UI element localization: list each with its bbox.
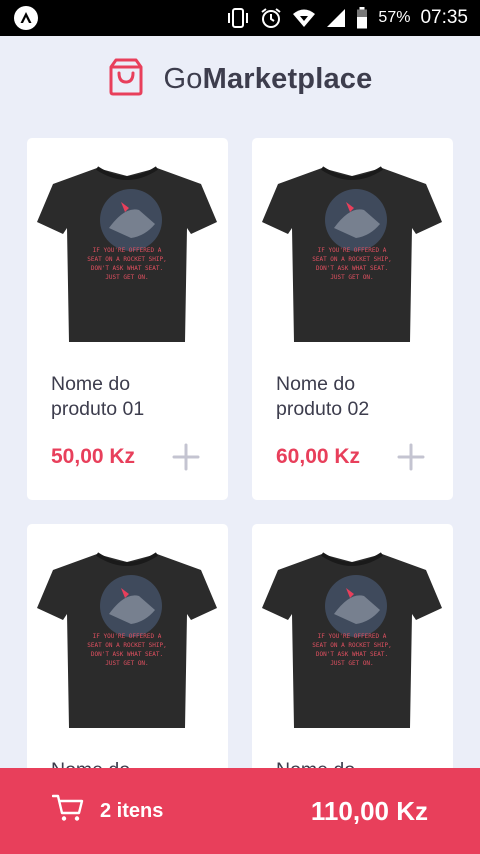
product-image: IF YOU'RE OFFERED A SEAT ON A ROCKET SHI… bbox=[260, 544, 445, 734]
wifi-icon bbox=[292, 8, 316, 28]
shirt-print-line: IF YOU'RE OFFERED A bbox=[318, 633, 387, 640]
battery-icon bbox=[356, 7, 368, 29]
product-card[interactable]: IF YOU'RE OFFERED A SEAT ON A ROCKET SHI… bbox=[252, 138, 453, 500]
shirt-print-line: SEAT ON A ROCKET SHIP, bbox=[87, 256, 166, 263]
vibrate-icon bbox=[226, 7, 250, 29]
shirt-print-line: DON'T ASK WHAT SEAT. bbox=[91, 265, 163, 272]
shirt-print-line: SEAT ON A ROCKET SHIP, bbox=[312, 642, 391, 649]
shirt-print-line: DON'T ASK WHAT SEAT. bbox=[91, 651, 163, 658]
app-title-bold: Marketplace bbox=[202, 62, 373, 95]
app-title: GoMarketplace bbox=[164, 63, 373, 96]
product-name: Nome do produto 01 bbox=[51, 373, 145, 420]
product-name: Nome do produto 02 bbox=[276, 373, 370, 420]
app-logo-icon bbox=[14, 6, 38, 30]
shirt-print-line: DON'T ASK WHAT SEAT. bbox=[316, 265, 388, 272]
app-title-light: Go bbox=[163, 62, 203, 95]
shirt-print-line: JUST GET ON. bbox=[330, 660, 373, 667]
clock: 07:35 bbox=[420, 7, 468, 28]
shirt-print-line: IF YOU'RE OFFERED A bbox=[318, 247, 387, 254]
cart-bar[interactable]: 2 itens 110,00 Kz bbox=[0, 768, 480, 854]
shirt-print-line: IF YOU'RE OFFERED A bbox=[93, 633, 162, 640]
product-image: IF YOU'RE OFFERED A SEAT ON A ROCKET SHI… bbox=[35, 544, 220, 734]
product-price: 50,00 Kz bbox=[51, 445, 136, 468]
shopping-bag-icon bbox=[108, 58, 144, 101]
product-image: IF YOU'RE OFFERED A SEAT ON A ROCKET SHI… bbox=[35, 158, 220, 348]
app-header: GoMarketplace bbox=[0, 36, 480, 122]
shirt-print-line: JUST GET ON. bbox=[105, 274, 148, 281]
alarm-icon bbox=[260, 7, 282, 29]
cart-icon bbox=[51, 794, 84, 828]
cart-total: 110,00 Kz bbox=[310, 795, 428, 826]
cart-count: 2 itens bbox=[100, 799, 164, 822]
status-bar: 57% 07:35 bbox=[0, 0, 480, 36]
signal-icon bbox=[326, 8, 346, 28]
product-image: IF YOU'RE OFFERED A SEAT ON A ROCKET SHI… bbox=[260, 158, 445, 348]
shirt-print-line: SEAT ON A ROCKET SHIP, bbox=[312, 256, 391, 263]
add-to-cart-icon[interactable] bbox=[396, 442, 426, 472]
shirt-print-line: SEAT ON A ROCKET SHIP, bbox=[87, 642, 166, 649]
product-price: 60,00 Kz bbox=[276, 445, 361, 468]
battery-percentage: 57% bbox=[378, 9, 411, 26]
shirt-print-line: JUST GET ON. bbox=[105, 660, 148, 667]
shirt-print-line: JUST GET ON. bbox=[330, 274, 373, 281]
shirt-print-line: IF YOU'RE OFFERED A bbox=[93, 247, 162, 254]
product-card[interactable]: IF YOU'RE OFFERED A SEAT ON A ROCKET SHI… bbox=[27, 138, 228, 500]
add-to-cart-icon[interactable] bbox=[171, 442, 201, 472]
shirt-print-line: DON'T ASK WHAT SEAT. bbox=[316, 651, 388, 658]
